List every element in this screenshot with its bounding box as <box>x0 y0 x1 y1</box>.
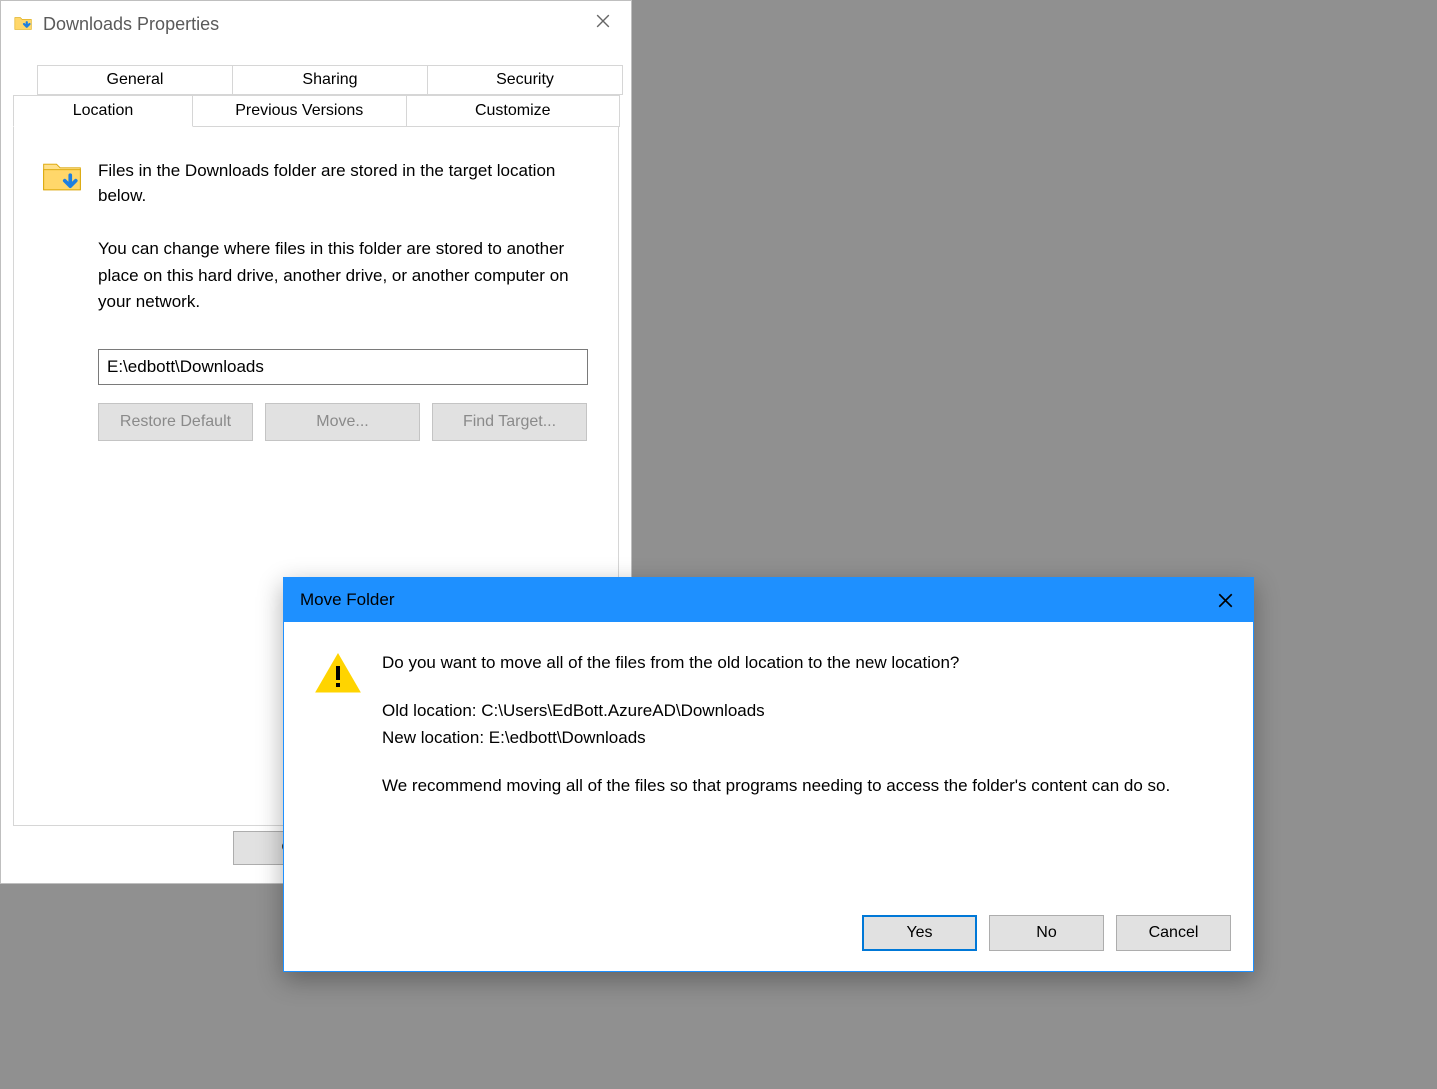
dialog-question: Do you want to move all of the files fro… <box>382 650 1170 676</box>
move-folder-dialog: Move Folder Do you want to move all of t… <box>283 577 1254 972</box>
dialog-title: Move Folder <box>300 590 394 610</box>
location-path-input[interactable] <box>98 349 588 385</box>
move-button[interactable]: Move... <box>265 403 420 441</box>
new-location-line: New location: E:\edbott\Downloads <box>382 725 1170 751</box>
tab-sharing[interactable]: Sharing <box>232 65 428 95</box>
tab-general[interactable]: General <box>37 65 233 95</box>
dialog-footer: Yes No Cancel <box>862 915 1231 951</box>
location-description-text: You can change where files in this folde… <box>40 236 592 315</box>
find-target-button[interactable]: Find Target... <box>432 403 587 441</box>
dialog-cancel-button[interactable]: Cancel <box>1116 915 1231 951</box>
properties-titlebar[interactable]: Downloads Properties <box>1 1 631 47</box>
tab-previous-versions[interactable]: Previous Versions <box>192 95 407 127</box>
properties-close-button[interactable] <box>575 1 631 41</box>
dialog-recommend: We recommend moving all of the files so … <box>382 773 1170 799</box>
downloads-folder-icon <box>13 13 35 35</box>
dialog-text: Do you want to move all of the files fro… <box>382 650 1170 821</box>
tab-security[interactable]: Security <box>427 65 623 95</box>
warning-icon <box>314 650 362 698</box>
no-button[interactable]: No <box>989 915 1104 951</box>
dialog-close-button[interactable] <box>1197 578 1253 622</box>
close-icon <box>1218 593 1233 608</box>
tab-location[interactable]: Location <box>13 95 193 127</box>
old-location-line: Old location: C:\Users\EdBott.AzureAD\Do… <box>382 698 1170 724</box>
close-icon <box>596 14 610 28</box>
location-intro-text: Files in the Downloads folder are stored… <box>98 155 592 208</box>
yes-button[interactable]: Yes <box>862 915 977 951</box>
tab-strip: General Sharing Security Location Previo… <box>13 65 619 127</box>
restore-default-button[interactable]: Restore Default <box>98 403 253 441</box>
properties-title: Downloads Properties <box>43 14 219 35</box>
dialog-titlebar[interactable]: Move Folder <box>284 578 1253 622</box>
tab-customize[interactable]: Customize <box>406 95 621 127</box>
downloads-folder-large-icon <box>40 155 84 199</box>
